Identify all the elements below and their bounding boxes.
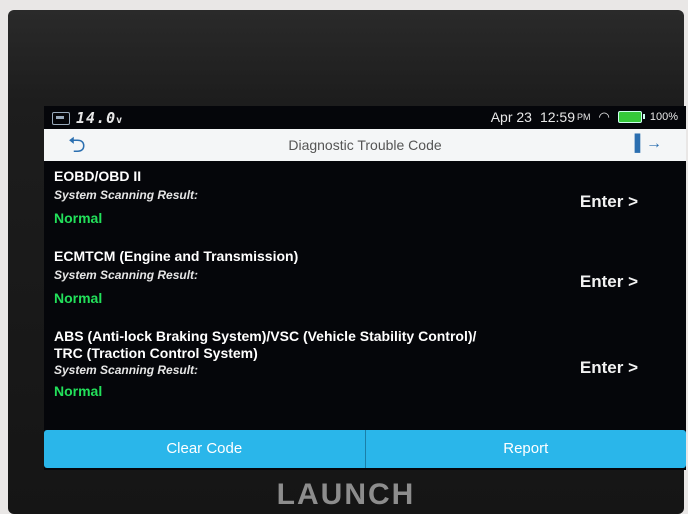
- status-date: Apr 23: [490, 109, 532, 125]
- screen: 14.0v Apr 23 12:59 PM ◠ 100% ⮌ Diagnosti…: [44, 106, 686, 470]
- wifi-icon: ◠: [598, 109, 610, 124]
- voltage-value: 14.0: [76, 109, 117, 127]
- page-title: Diagnostic Trouble Code: [288, 137, 442, 153]
- exit-icon[interactable]: ▌→: [635, 135, 662, 153]
- status-bar: 14.0v Apr 23 12:59 PM ◠ 100%: [44, 106, 686, 128]
- system-item-ecmtcm[interactable]: ECMTCM (Engine and Transmission) System …: [44, 248, 686, 328]
- scan-status: Normal: [54, 383, 103, 399]
- enter-button[interactable]: Enter >: [580, 192, 638, 212]
- car-battery-icon: [52, 111, 70, 125]
- status-ampm: PM: [577, 112, 591, 122]
- system-name: ABS (Anti-lock Braking System)/VSC (Vehi…: [54, 328, 477, 344]
- report-button[interactable]: Report: [364, 430, 687, 468]
- device-frame: 14.0v Apr 23 12:59 PM ◠ 100% ⮌ Diagnosti…: [8, 10, 686, 514]
- system-list: EOBD/OBD II System Scanning Result: Norm…: [44, 162, 686, 412]
- status-time: 12:59: [539, 109, 576, 125]
- status-right: Apr 23 12:59 PM ◠ 100%: [491, 109, 678, 125]
- system-name: ECMTCM (Engine and Transmission): [54, 248, 299, 264]
- system-item-abs[interactable]: ABS (Anti-lock Braking System)/VSC (Vehi…: [44, 328, 686, 412]
- brand-logo: LAUNCH: [276, 478, 416, 511]
- battery-icon: [617, 111, 645, 123]
- enter-button[interactable]: Enter >: [580, 358, 638, 378]
- enter-button[interactable]: Enter >: [580, 272, 638, 292]
- clear-code-button[interactable]: Clear Code: [44, 430, 365, 468]
- voltage-unit: v: [116, 115, 124, 126]
- battery-percent: 100%: [649, 111, 678, 123]
- status-left: 14.0v: [52, 109, 123, 127]
- system-name: EOBD/OBD II: [54, 168, 142, 184]
- title-bar: ⮌ Diagnostic Trouble Code ▌→: [44, 129, 686, 161]
- voltage-readout: 14.0v: [76, 109, 123, 127]
- system-item-eobd[interactable]: EOBD/OBD II System Scanning Result: Norm…: [44, 162, 686, 248]
- action-bar: Clear Code Report: [44, 430, 686, 468]
